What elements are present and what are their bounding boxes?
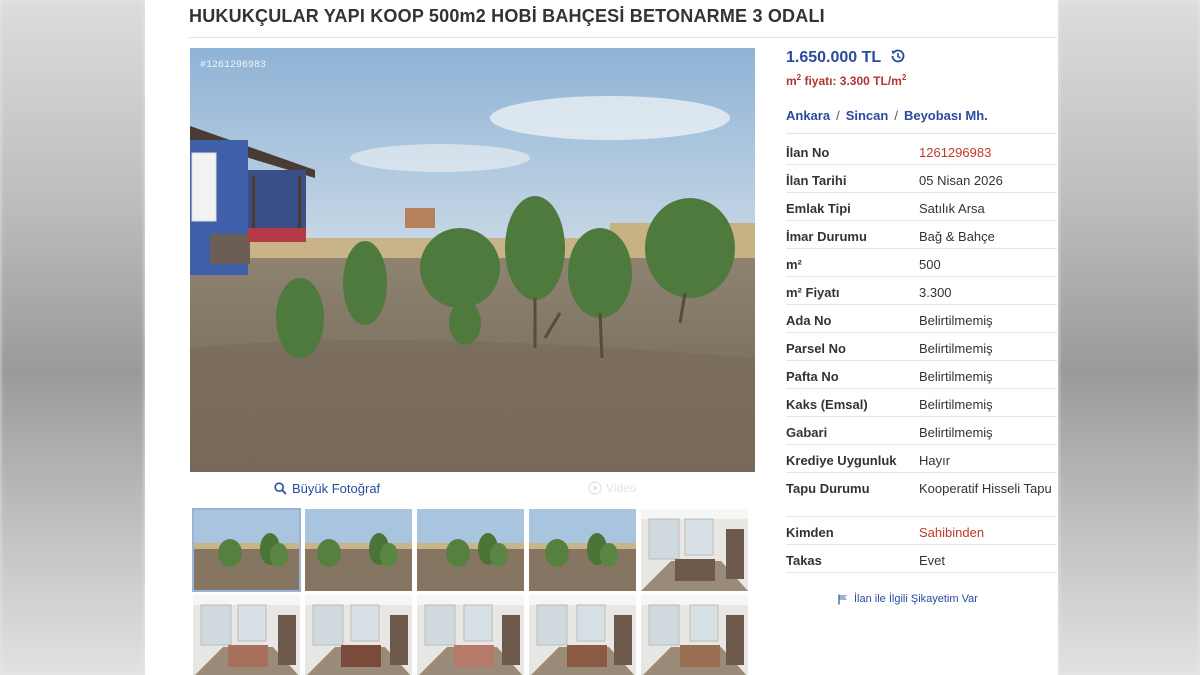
- thumbnail-garden[interactable]: [192, 508, 301, 592]
- complaint-label: İlan ile İlgili Şikayetim Var: [854, 593, 978, 605]
- detail-key: Ada No: [786, 313, 832, 328]
- detail-key: Tapu Durumu: [786, 481, 870, 496]
- photo-actions: Büyük Fotoğraf Video: [190, 476, 755, 502]
- detail-value: Belirtilmemiş: [919, 397, 993, 412]
- detail-row: Emlak Tipi Satılık Arsa: [786, 193, 1057, 221]
- garden-photo-image: [190, 48, 755, 472]
- thumbnail-interior[interactable]: [305, 595, 412, 675]
- detail-row: Pafta No Belirtilmemiş: [786, 361, 1057, 389]
- listing-title: HUKUKÇULAR YAPI KOOP 500m2 HOBİ BAHÇESİ …: [189, 6, 825, 26]
- detail-key: m² Fiyatı: [786, 285, 840, 300]
- detail-key: İlan No: [786, 145, 830, 160]
- detail-key: İlan Tarihi: [786, 173, 847, 188]
- breadcrumb: Ankara / Sincan / Beyobası Mh.: [786, 108, 1057, 134]
- m2-price: m2 fiyatı: 3.300 TL/m2: [786, 73, 907, 88]
- detail-value: Evet: [919, 553, 946, 568]
- price-row: 1.650.000 TL: [786, 44, 1057, 72]
- detail-key: Pafta No: [786, 369, 839, 384]
- main-photo[interactable]: #1261296983: [190, 48, 755, 472]
- detail-row: Takas Evet: [786, 545, 1057, 573]
- blurred-background-right: [1058, 0, 1200, 675]
- thumbnail-garden[interactable]: [305, 509, 412, 591]
- detail-key: Kimden: [786, 525, 834, 540]
- detail-value: 1261296983: [919, 145, 992, 160]
- history-clock-icon[interactable]: [889, 47, 907, 70]
- detail-value: Satılık Arsa: [919, 201, 985, 216]
- detail-row: Ada No Belirtilmemiş: [786, 305, 1057, 333]
- big-photo-button[interactable]: Büyük Fotoğraf: [274, 481, 380, 496]
- detail-row: Krediye Uygunluk Hayır: [786, 445, 1057, 473]
- blurred-background-left: [0, 0, 145, 675]
- detail-row: Parsel No Belirtilmemiş: [786, 333, 1057, 361]
- detail-key: İmar Durumu: [786, 229, 867, 244]
- photo-id-watermark: #1261296983: [200, 60, 267, 71]
- thumbnail-garden[interactable]: [529, 509, 636, 591]
- detail-row: Kimden Sahibinden: [786, 517, 1057, 545]
- detail-value: Belirtilmemiş: [919, 369, 993, 384]
- video-label: Video: [606, 481, 637, 495]
- title-divider: [189, 37, 1057, 38]
- breadcrumb-district[interactable]: Sincan: [846, 108, 889, 123]
- price-value: 1.650.000 TL: [786, 49, 882, 66]
- breadcrumb-neighborhood[interactable]: Beyobası Mh.: [904, 108, 988, 123]
- detail-row: Gabari Belirtilmemiş: [786, 417, 1057, 445]
- thumbnail-grid: [192, 508, 753, 675]
- detail-value: Belirtilmemiş: [919, 341, 993, 356]
- detail-key: Kaks (Emsal): [786, 397, 868, 412]
- thumbnail-interior[interactable]: [529, 595, 636, 675]
- detail-value: 3.300: [919, 285, 952, 300]
- magnifier-icon: [274, 482, 287, 495]
- detail-key: Krediye Uygunluk: [786, 453, 897, 468]
- detail-key: Emlak Tipi: [786, 201, 851, 216]
- detail-row: İmar Durumu Bağ & Bahçe: [786, 221, 1057, 249]
- detail-key: Parsel No: [786, 341, 846, 356]
- video-button[interactable]: Video: [588, 481, 636, 495]
- detail-value: 500: [919, 257, 941, 272]
- play-icon: [588, 481, 602, 495]
- detail-value: Kooperatif Hisseli Tapu: [919, 481, 1052, 496]
- big-photo-label: Büyük Fotoğraf: [292, 481, 381, 496]
- detail-key: m²: [786, 257, 802, 272]
- complaint-link[interactable]: İlan ile İlgili Şikayetim Var: [838, 593, 1057, 605]
- detail-value: Belirtilmemiş: [919, 425, 993, 440]
- detail-key: Gabari: [786, 425, 828, 440]
- detail-value: 05 Nisan 2026: [919, 173, 1003, 188]
- thumbnail-interior[interactable]: [641, 595, 748, 675]
- breadcrumb-city[interactable]: Ankara: [786, 108, 830, 123]
- detail-value: Sahibinden: [919, 525, 985, 540]
- detail-row: m² Fiyatı 3.300: [786, 277, 1057, 305]
- detail-row: İlan Tarihi 05 Nisan 2026: [786, 165, 1057, 193]
- thumbnail-interior[interactable]: [193, 595, 300, 675]
- thumbnail-garden[interactable]: [417, 509, 524, 591]
- detail-row: İlan No 1261296983: [786, 137, 1057, 165]
- detail-value: Hayır: [919, 453, 951, 468]
- thumbnail-interior[interactable]: [641, 509, 748, 591]
- details-table: İlan No 1261296983 İlan Tarihi 05 Nisan 202…: [786, 137, 1057, 573]
- listing-page: HUKUKÇULAR YAPI KOOP 500m2 HOBİ BAHÇESİ …: [145, 0, 1058, 675]
- detail-key: Takas: [786, 553, 822, 568]
- flag-icon: [838, 594, 847, 604]
- detail-row: m² 500: [786, 249, 1057, 277]
- detail-value: Belirtilmemiş: [919, 313, 993, 328]
- detail-row: Kaks (Emsal) Belirtilmemiş: [786, 389, 1057, 417]
- detail-value: Bağ & Bahçe: [919, 229, 995, 244]
- thumbnail-interior[interactable]: [417, 595, 524, 675]
- detail-row: Tapu Durumu Kooperatif Hisseli Tapu: [786, 473, 1057, 517]
- listing-info-panel: 1.650.000 TL m2 fiyatı: 3.300 TL/m2 Anka…: [786, 44, 1057, 605]
